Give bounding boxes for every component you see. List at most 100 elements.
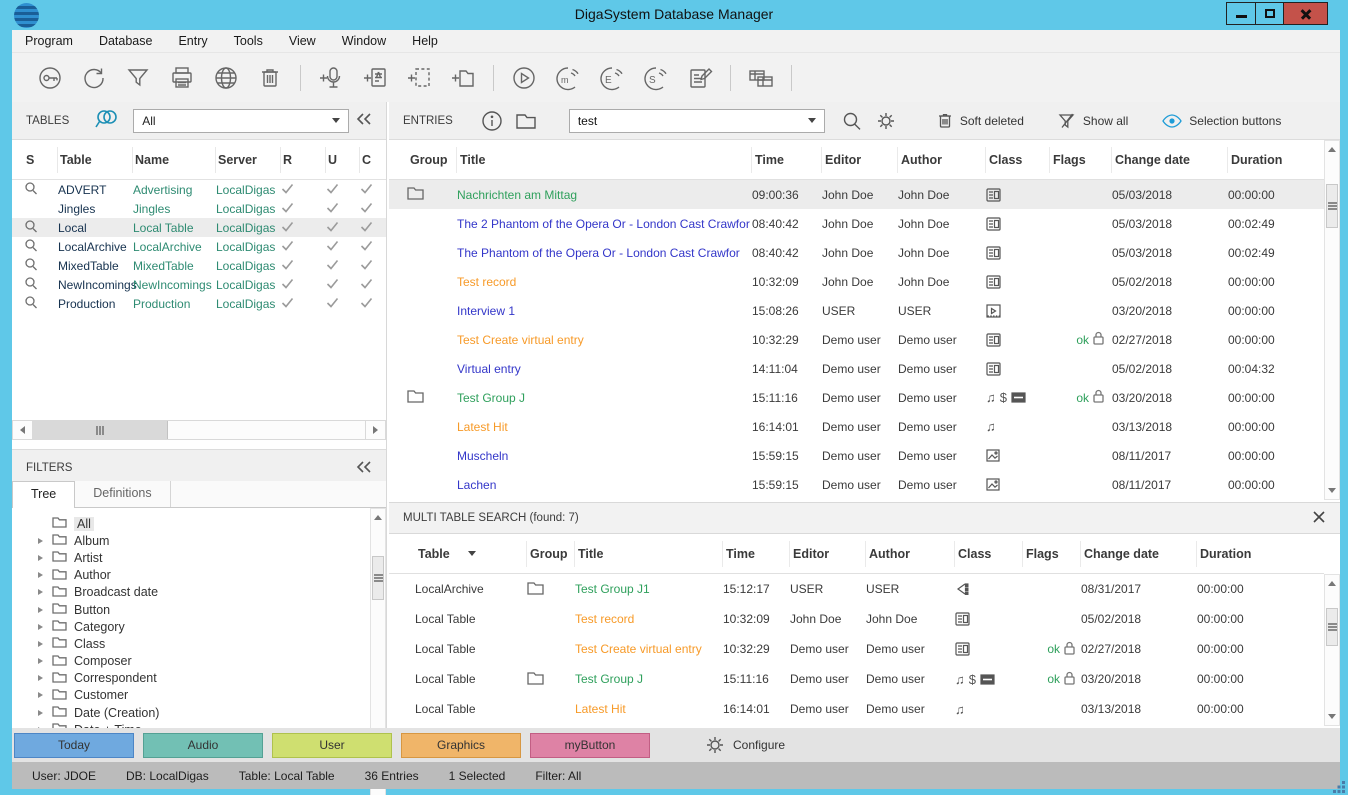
col-header-time[interactable]: Time xyxy=(723,541,790,567)
col-header-server[interactable]: Server xyxy=(216,147,281,173)
scroll-up-button[interactable] xyxy=(1325,141,1339,158)
entry-row[interactable]: The 2 Phantom of the Opera Or - London C… xyxy=(389,209,1340,238)
col-header-table[interactable]: Table xyxy=(415,541,527,567)
entry-row[interactable]: Latest Hit 16:14:01 Demo user Demo user … xyxy=(389,412,1340,441)
entry-row[interactable]: Test record 10:32:09 John Doe John Doe 0… xyxy=(389,267,1340,296)
shortcut-button[interactable]: myButton xyxy=(530,733,650,758)
expand-caret-icon[interactable] xyxy=(38,710,43,716)
menu-item[interactable]: Entry xyxy=(165,31,220,51)
folder-icon[interactable] xyxy=(509,112,543,130)
shortcut-button[interactable]: Today xyxy=(14,733,134,758)
table-link-button[interactable] xyxy=(739,63,783,93)
scroll-up-button[interactable] xyxy=(1325,575,1339,592)
resize-grip[interactable] xyxy=(1333,780,1346,793)
expand-caret-icon[interactable] xyxy=(38,538,43,544)
minimize-button[interactable] xyxy=(1227,3,1255,24)
tree-item[interactable]: Button xyxy=(12,601,386,618)
refresh-button[interactable] xyxy=(72,63,116,93)
tree-item[interactable]: Customer xyxy=(12,687,386,704)
filter-button[interactable] xyxy=(116,63,160,93)
expand-caret-icon[interactable] xyxy=(38,624,43,630)
tab-tree[interactable]: Tree xyxy=(12,481,75,508)
entry-row[interactable]: Virtual entry 14:11:04 Demo user Demo us… xyxy=(389,354,1340,383)
multi-search-row[interactable]: LocalArchive Test Group J1 15:12:17 USER… xyxy=(389,574,1324,604)
multi-search-row[interactable]: Local Table Latest Hit 16:14:01 Demo use… xyxy=(389,694,1324,724)
col-header-table[interactable]: Table xyxy=(58,147,133,173)
col-header-time[interactable]: Time xyxy=(752,147,822,173)
tables-horizontal-scrollbar[interactable] xyxy=(12,420,386,440)
text-add-button[interactable] xyxy=(353,63,397,93)
col-header-author[interactable]: Author xyxy=(866,541,955,567)
broadcast-m-button[interactable]: m xyxy=(546,63,590,93)
table-row[interactable]: NewIncomings NewIncomings LocalDigas xyxy=(12,275,386,294)
marquee-add-button[interactable] xyxy=(397,63,441,93)
col-header-editor[interactable]: Editor xyxy=(822,147,898,173)
tab-definitions[interactable]: Definitions xyxy=(75,481,170,507)
close-multi-search-button[interactable] xyxy=(1312,510,1326,527)
col-header-duration[interactable]: Duration xyxy=(1228,147,1318,173)
entries-scrollbar[interactable] xyxy=(1324,140,1340,500)
trash-button[interactable] xyxy=(248,63,292,93)
menu-item[interactable]: Program xyxy=(12,31,86,51)
multi-table-search-icon[interactable] xyxy=(91,107,121,134)
scroll-left-button[interactable] xyxy=(13,421,33,439)
multi-search-row[interactable]: Local Table Test record 10:32:09 John Do… xyxy=(389,604,1324,634)
mic-add-button[interactable] xyxy=(309,63,353,93)
col-header-flags[interactable]: Flags xyxy=(1050,147,1112,173)
tree-item[interactable]: Broadcast date xyxy=(12,584,386,601)
tree-item[interactable]: Author xyxy=(12,567,386,584)
table-row[interactable]: LocalArchive LocalArchive LocalDigas xyxy=(12,237,386,256)
expand-caret-icon[interactable] xyxy=(38,572,43,578)
scroll-right-button[interactable] xyxy=(365,421,385,439)
expand-caret-icon[interactable] xyxy=(38,555,43,561)
col-header-u[interactable]: U xyxy=(326,147,360,173)
shortcut-button[interactable]: Audio xyxy=(143,733,263,758)
entries-search-combo[interactable] xyxy=(569,109,825,133)
show-all-button[interactable]: Show all xyxy=(1058,113,1128,129)
tree-item[interactable]: Album xyxy=(12,532,386,549)
broadcast-e-button[interactable]: E xyxy=(590,63,634,93)
scrollbar-thumb[interactable] xyxy=(1326,184,1338,228)
broadcast-s-button[interactable]: S xyxy=(634,63,678,93)
scroll-down-button[interactable] xyxy=(1325,482,1339,499)
tree-item[interactable]: All xyxy=(12,515,386,532)
expand-caret-icon[interactable] xyxy=(38,641,43,647)
entry-row[interactable]: Test Create virtual entry 10:32:29 Demo … xyxy=(389,325,1340,354)
col-header-group[interactable]: Group xyxy=(527,541,575,567)
expand-caret-icon[interactable] xyxy=(38,675,43,681)
tree-item[interactable]: Class xyxy=(12,635,386,652)
entry-row[interactable]: The Phantom of the Opera Or - London Cas… xyxy=(389,238,1340,267)
print-button[interactable] xyxy=(160,63,204,93)
shortcut-button[interactable]: Graphics xyxy=(401,733,521,758)
col-header-s[interactable]: S xyxy=(24,147,58,173)
collapse-tables-button[interactable] xyxy=(356,113,372,128)
maximize-button[interactable] xyxy=(1255,3,1283,24)
search-settings-gear-icon[interactable] xyxy=(869,111,903,131)
soft-deleted-toggle[interactable]: Soft deleted xyxy=(937,112,1024,129)
menu-item[interactable]: Window xyxy=(329,31,399,51)
col-header-c[interactable]: C xyxy=(360,147,384,173)
folder-add-button[interactable] xyxy=(441,63,485,93)
scroll-down-button[interactable] xyxy=(1325,708,1339,725)
expand-caret-icon[interactable] xyxy=(38,589,43,595)
col-header-change-date[interactable]: Change date xyxy=(1081,541,1197,567)
shortcut-button[interactable]: User xyxy=(272,733,392,758)
scroll-up-button[interactable] xyxy=(371,509,385,526)
table-row[interactable]: Jingles Jingles LocalDigas xyxy=(12,199,386,218)
tree-item[interactable]: Date (Creation) xyxy=(12,704,386,721)
entries-search-input[interactable] xyxy=(578,114,808,128)
col-header-group[interactable]: Group xyxy=(407,147,457,173)
edit-entry-button[interactable] xyxy=(678,63,722,93)
close-button[interactable] xyxy=(1283,3,1327,24)
tables-filter-combo[interactable]: All xyxy=(133,109,349,133)
col-header-editor[interactable]: Editor xyxy=(790,541,866,567)
col-header-class[interactable]: Class xyxy=(955,541,1023,567)
entry-row[interactable]: Test Group J 15:11:16 Demo user Demo use… xyxy=(389,383,1340,412)
col-header-name[interactable]: Name xyxy=(133,147,216,173)
scrollbar-thumb[interactable] xyxy=(372,556,384,600)
menu-item[interactable]: Help xyxy=(399,31,451,51)
table-row[interactable]: ADVERT Advertising LocalDigas xyxy=(12,180,386,199)
table-row[interactable]: Local Local Table LocalDigas xyxy=(12,218,386,237)
multi-search-row[interactable]: Local Table Test Create virtual entry 10… xyxy=(389,634,1324,664)
tree-item[interactable]: Composer xyxy=(12,653,386,670)
